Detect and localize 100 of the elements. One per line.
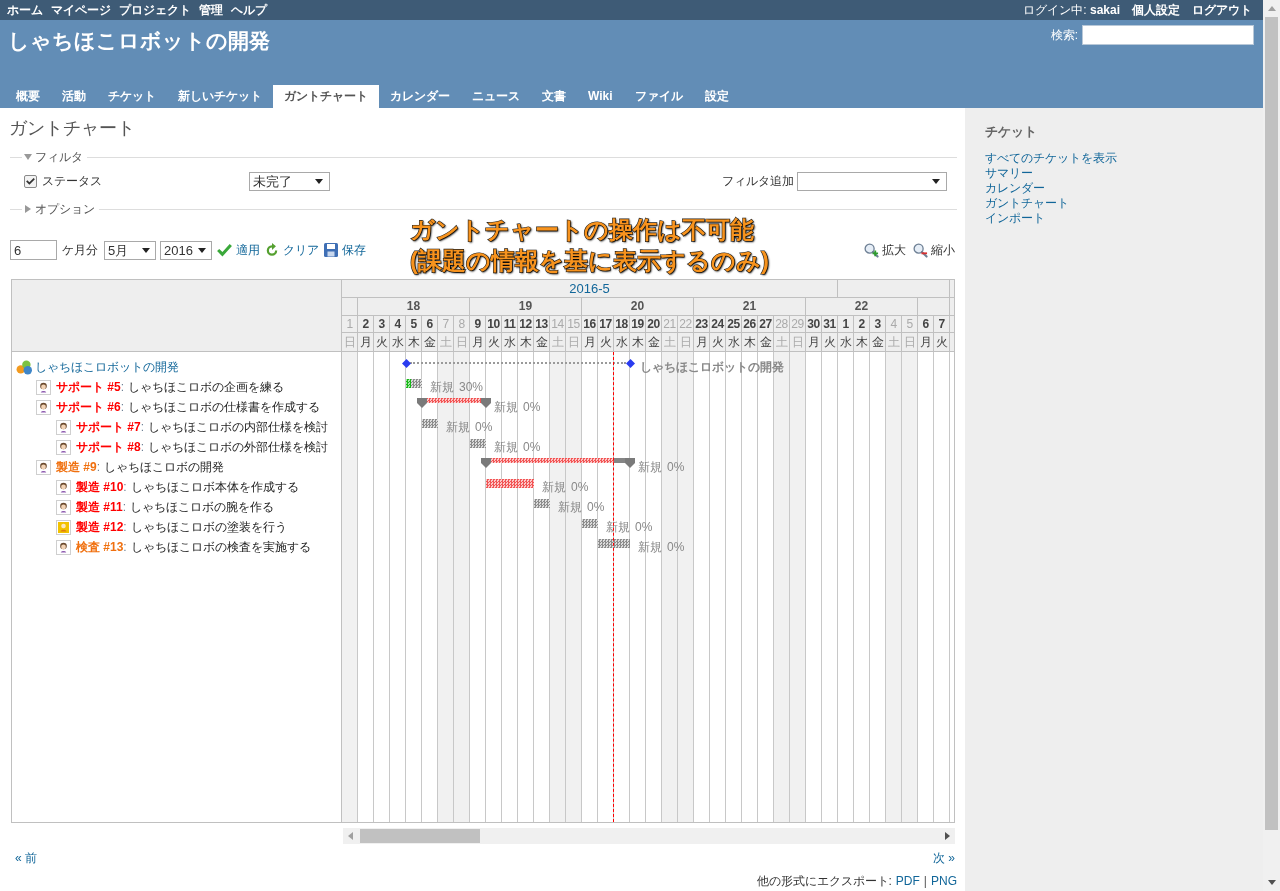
- weekday-label: 木: [518, 333, 534, 352]
- search-label: 検索:: [1050, 27, 1078, 44]
- nav-tab[interactable]: 概要: [5, 85, 51, 108]
- zoom-out-icon: [913, 242, 928, 258]
- triangle-down-icon[interactable]: [24, 154, 32, 160]
- nav-tab[interactable]: ファイル: [623, 85, 694, 108]
- month-header[interactable]: 2016-5: [342, 280, 838, 298]
- sidebar-link[interactable]: サマリー: [985, 166, 1033, 181]
- bar-start-marker-icon: [417, 398, 427, 408]
- triangle-right-icon[interactable]: [25, 205, 31, 213]
- issue-link[interactable]: サポート #5: [56, 378, 121, 396]
- zoom-out-link[interactable]: 縮小: [913, 241, 955, 259]
- day-number: 11: [502, 316, 518, 333]
- filter-toggle[interactable]: フィルタ: [35, 148, 83, 166]
- status-label: 新規: [494, 399, 518, 416]
- nav-tab[interactable]: 文書: [531, 85, 577, 108]
- top-menu-link[interactable]: プロジェクト: [119, 1, 191, 19]
- export-link[interactable]: PNG: [931, 871, 957, 890]
- sidebar-link[interactable]: インポート: [985, 211, 1045, 226]
- status-select[interactable]: 未完了: [249, 171, 330, 191]
- nav-tab[interactable]: ニュース: [461, 85, 531, 108]
- weekday-label: 金: [422, 333, 438, 352]
- refresh-icon: [265, 243, 279, 257]
- top-menu-link[interactable]: マイページ: [51, 1, 111, 19]
- top-menu-link[interactable]: ホーム: [7, 1, 43, 19]
- day-number: 17: [598, 316, 614, 333]
- day-number: 13: [534, 316, 550, 333]
- day-number: 3: [374, 316, 390, 333]
- scroll-down-icon[interactable]: [1267, 880, 1276, 885]
- day-number: 23: [694, 316, 710, 333]
- issue-link[interactable]: 製造 #9: [56, 458, 97, 476]
- nav-tab[interactable]: 設定: [693, 85, 740, 108]
- nav-tab[interactable]: 活動: [51, 85, 97, 108]
- week-header: 22: [806, 298, 918, 316]
- project-title: しゃちほこロボットの開発: [7, 28, 270, 54]
- scrollbar-thumb[interactable]: [360, 829, 480, 843]
- week-header: 18: [358, 298, 470, 316]
- page-scrollbar[interactable]: [1263, 0, 1280, 891]
- separator-colon: :: [140, 439, 145, 456]
- separator-colon: :: [96, 459, 101, 476]
- scroll-up-icon[interactable]: [1267, 6, 1276, 11]
- separator-colon: :: [120, 379, 125, 396]
- sidebar-link[interactable]: ガントチャート: [985, 196, 1069, 211]
- separator-colon: :: [123, 479, 127, 496]
- week-header: 21: [694, 298, 806, 316]
- issue-subject: しゃちほこロボの腕を作る: [130, 499, 275, 516]
- project-link[interactable]: しゃちほこロボットの開発: [35, 358, 179, 376]
- scroll-right-icon[interactable]: [945, 832, 950, 840]
- weekday-label: 火: [486, 333, 502, 352]
- top-menu-link[interactable]: ヘルプ: [231, 1, 267, 19]
- day-number: 14: [550, 316, 566, 333]
- next-link[interactable]: 次 »: [933, 849, 955, 867]
- nav-tab[interactable]: カレンダー: [379, 85, 461, 108]
- status-label: 新規: [494, 439, 518, 456]
- progress-label: 0%: [667, 459, 685, 476]
- horizontal-scrollbar[interactable]: [343, 828, 955, 844]
- status-label: 新規: [542, 479, 566, 496]
- account-link[interactable]: ログアウト: [1192, 1, 1252, 19]
- nav-tab[interactable]: 新しいチケット: [167, 85, 273, 108]
- issue-link[interactable]: サポート #6: [56, 398, 121, 416]
- previous-link[interactable]: « 前: [15, 849, 37, 867]
- apply-link[interactable]: 適用: [217, 241, 260, 259]
- account-link[interactable]: 個人設定: [1132, 1, 1180, 19]
- options-toggle[interactable]: オプション: [35, 200, 95, 218]
- search-input[interactable]: [1082, 25, 1254, 45]
- months-input[interactable]: 6: [10, 240, 57, 260]
- nav-tab[interactable]: Wiki: [577, 85, 624, 108]
- zoom-in-link[interactable]: 拡大: [864, 241, 906, 259]
- weekday-label: 火: [934, 333, 950, 352]
- dropdown-arrow-icon: [198, 247, 206, 253]
- weekday-label: 火: [710, 333, 726, 352]
- status-label: 新規: [430, 379, 454, 396]
- issue-link[interactable]: サポート #8: [76, 438, 141, 456]
- year-select[interactable]: 2016: [160, 240, 212, 260]
- scrollbar-thumb[interactable]: [1265, 17, 1278, 830]
- save-link[interactable]: 保存: [324, 241, 366, 259]
- day-number: 6: [422, 316, 438, 333]
- issue-link[interactable]: サポート #7: [76, 418, 141, 436]
- nav-tab[interactable]: チケット: [97, 85, 167, 108]
- dropdown-arrow-icon: [315, 178, 323, 184]
- sidebar-link[interactable]: すべてのチケットを表示: [985, 151, 1117, 166]
- issue-subject: しゃちほこロボの企画を練る: [128, 379, 285, 396]
- progress-label: 0%: [635, 519, 653, 536]
- clear-link[interactable]: クリア: [265, 241, 319, 259]
- nav-tab[interactable]: ガントチャート: [273, 85, 379, 108]
- add-filter-select[interactable]: [797, 171, 947, 191]
- status-checkbox[interactable]: [24, 174, 37, 188]
- day-number: 19: [630, 316, 646, 333]
- month-select[interactable]: 5月: [104, 240, 156, 260]
- scroll-left-icon[interactable]: [348, 832, 353, 840]
- day-number: 5: [406, 316, 422, 333]
- top-menu-link[interactable]: 管理: [199, 1, 223, 19]
- progress-label: 0%: [523, 399, 541, 416]
- person-avatar-icon: [56, 539, 71, 555]
- week-header: 20: [582, 298, 694, 316]
- export-link[interactable]: PDF: [895, 871, 920, 890]
- day-number: 1: [342, 316, 358, 333]
- issue-link[interactable]: 製造 #11: [76, 498, 123, 516]
- sidebar-link[interactable]: カレンダー: [985, 181, 1045, 196]
- day-number: 16: [582, 316, 598, 333]
